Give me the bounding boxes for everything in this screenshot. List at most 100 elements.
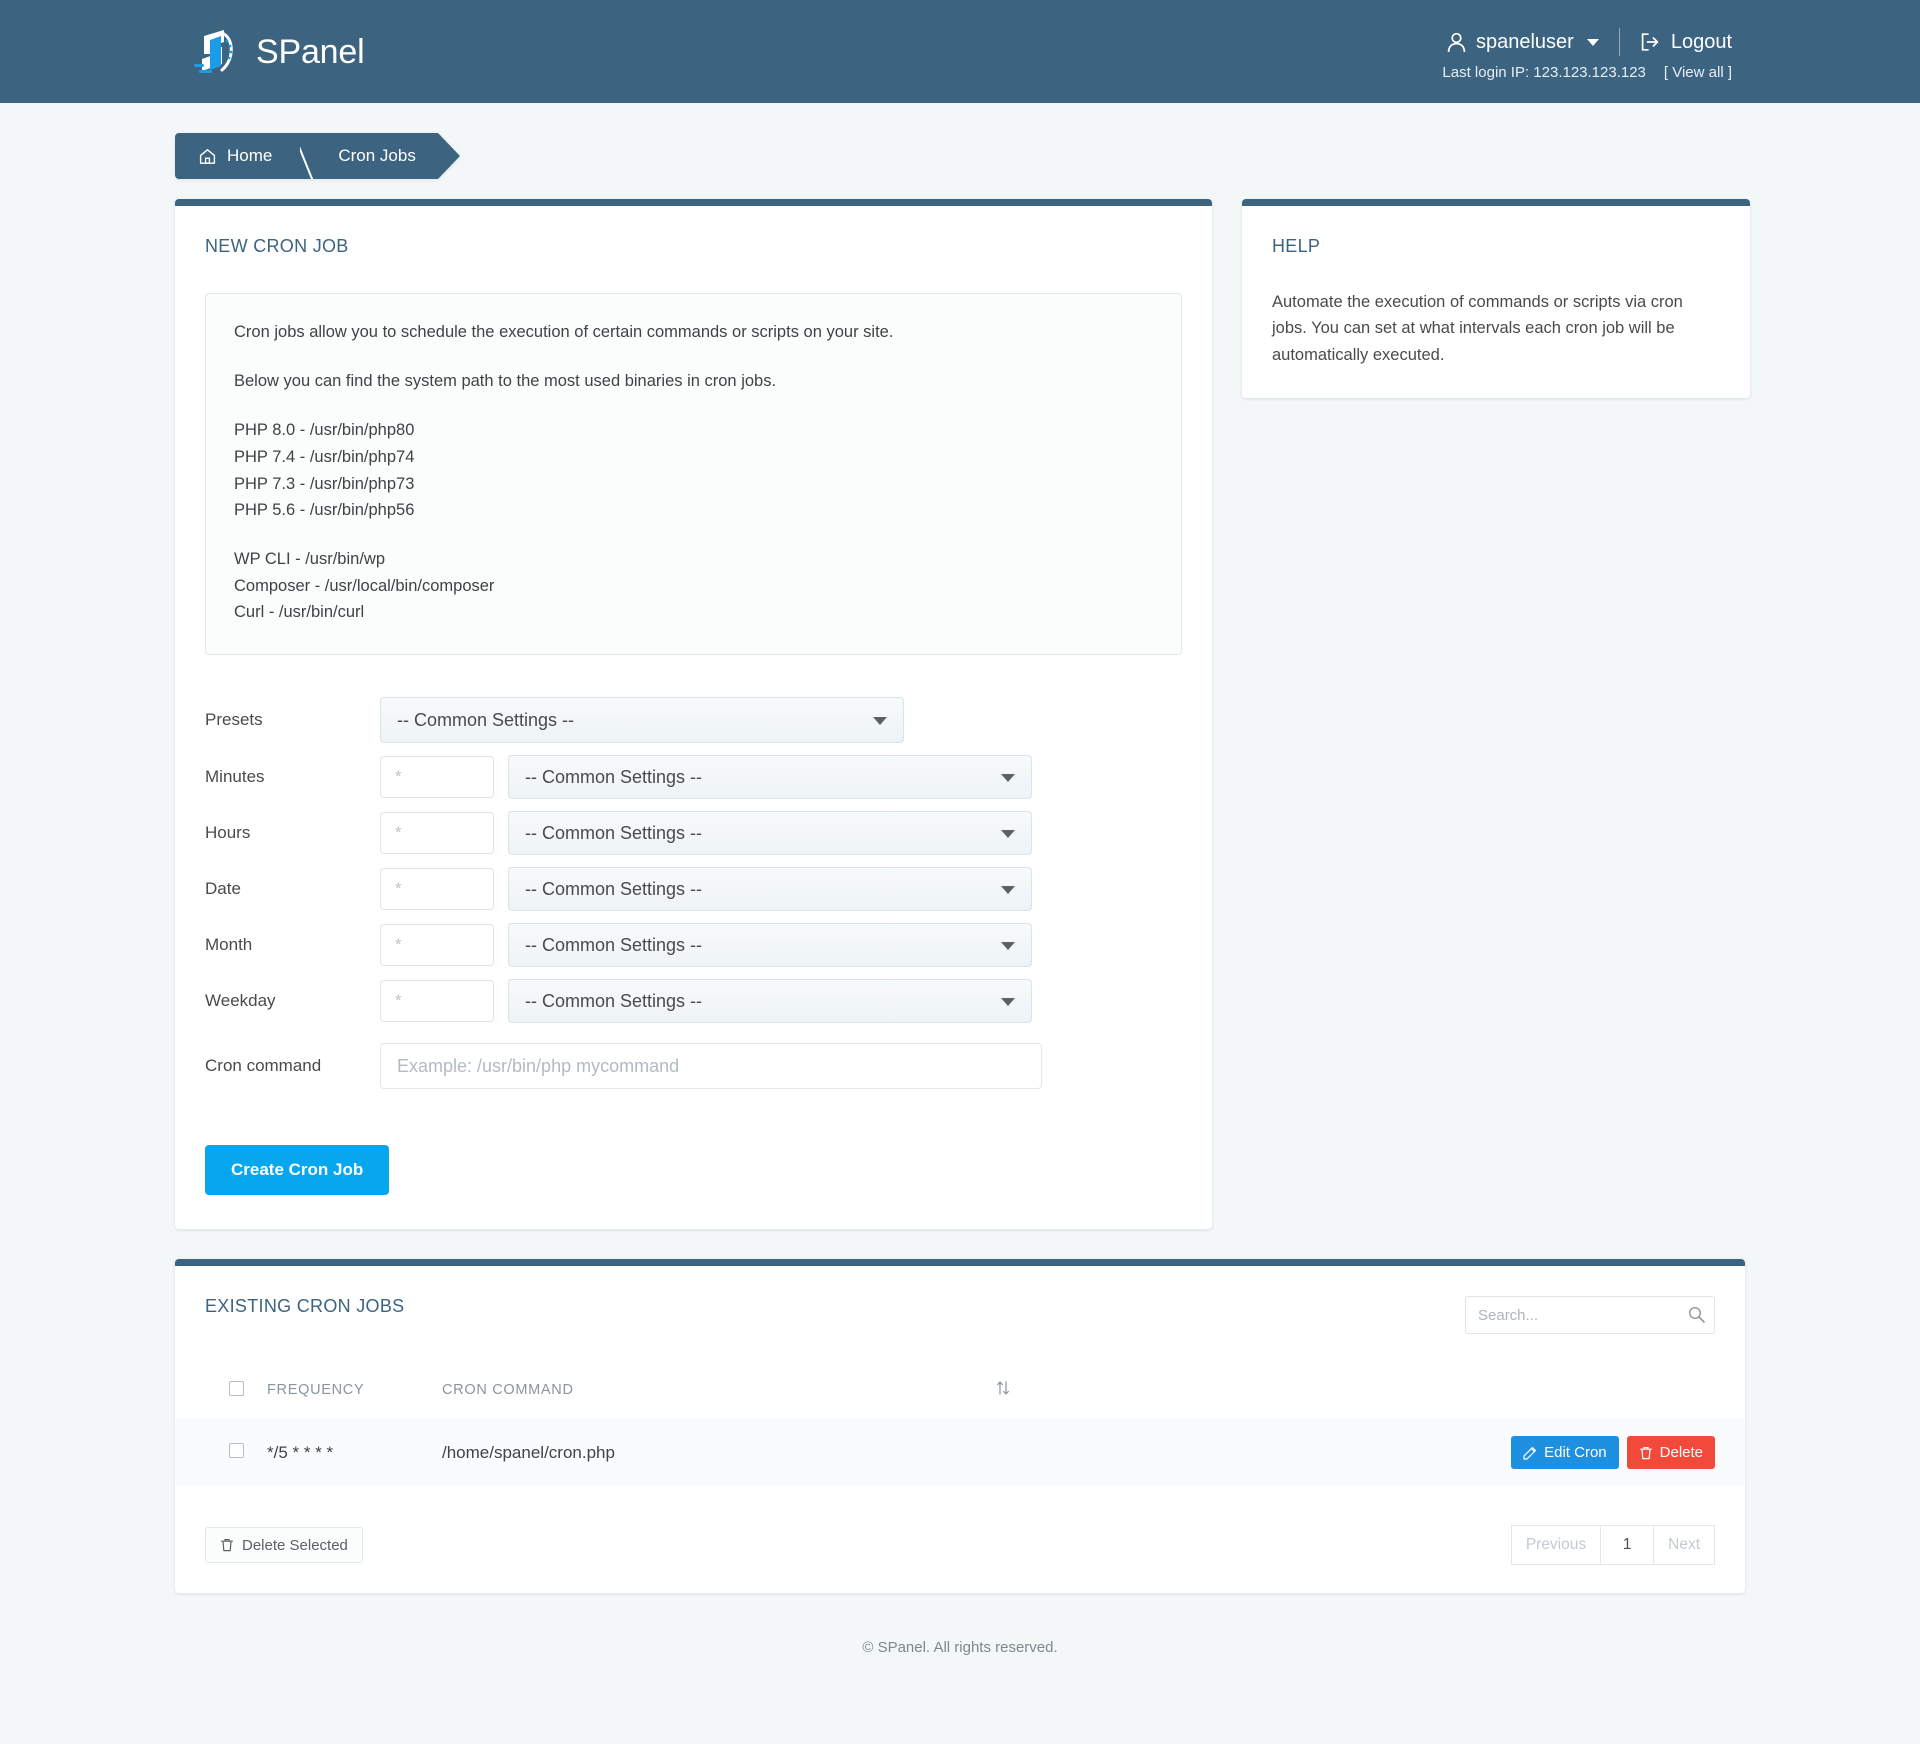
- label-month: Month: [205, 935, 253, 955]
- weekday-select[interactable]: -- Common Settings --: [508, 979, 1032, 1024]
- hours-select-value: -- Common Settings --: [525, 822, 703, 843]
- minutes-select[interactable]: -- Common Settings --: [508, 755, 1032, 800]
- logout-label: Logout: [1670, 30, 1732, 53]
- row-command: /home/spanel/cron.php: [442, 1442, 615, 1462]
- edit-cron-button[interactable]: Edit Cron: [1511, 1436, 1619, 1470]
- form-row-month: Month -- Common Settings --: [205, 923, 1182, 968]
- breadcrumb-separator: [300, 133, 325, 179]
- app-header: SPanel spaneluser Logout Last login IP: …: [0, 0, 1920, 103]
- user-icon: [1447, 32, 1466, 53]
- breadcrumb-item-current: Cron Jobs: [324, 133, 461, 179]
- chevron-down-icon: [1001, 830, 1015, 839]
- cron-command-input[interactable]: [380, 1043, 1042, 1090]
- date-select[interactable]: -- Common Settings --: [508, 867, 1032, 912]
- php-path: PHP 7.3 - /usr/bin/php73: [234, 474, 415, 493]
- chevron-down-icon: [1001, 942, 1015, 951]
- php-path-list: PHP 8.0 - /usr/bin/php80 PHP 7.4 - /usr/…: [234, 417, 1153, 524]
- date-input[interactable]: [380, 868, 494, 911]
- logout-icon: [1640, 32, 1660, 52]
- label-weekday: Weekday: [205, 991, 276, 1011]
- form-row-cron-command: Cron command: [205, 1043, 1182, 1090]
- label-minutes: Minutes: [205, 767, 265, 787]
- pagination-next[interactable]: Next: [1653, 1525, 1715, 1566]
- info-line-1: Cron jobs allow you to schedule the exec…: [234, 323, 894, 341]
- presets-select[interactable]: -- Common Settings --: [380, 697, 904, 744]
- existing-jobs-title: EXISTING CRON JOBS: [205, 1296, 405, 1317]
- trash-icon: [1639, 1446, 1653, 1460]
- hours-input[interactable]: [380, 812, 494, 855]
- edit-pencil-icon: [1523, 1446, 1537, 1460]
- binary-path-list: WP CLI - /usr/bin/wp Composer - /usr/loc…: [234, 546, 1153, 626]
- php-path: PHP 7.4 - /usr/bin/php74: [234, 447, 415, 466]
- page-content: NEW CRON JOB Cron jobs allow you to sche…: [0, 199, 1920, 1594]
- weekday-input[interactable]: [380, 980, 494, 1023]
- username-label: spaneluser: [1475, 30, 1574, 53]
- pagination-previous[interactable]: Previous: [1510, 1525, 1602, 1566]
- view-all-link[interactable]: [ View all ]: [1664, 64, 1732, 81]
- page-title: NEW CRON JOB: [205, 236, 349, 256]
- delete-cron-button[interactable]: Delete: [1626, 1436, 1715, 1470]
- existing-cron-jobs-card: EXISTING CRON JOBS FREQUENCY: [175, 1259, 1745, 1594]
- breadcrumb-item-home[interactable]: Home: [175, 133, 301, 179]
- chevron-down-icon: [1001, 774, 1015, 783]
- label-date: Date: [205, 879, 241, 899]
- select-all-checkbox[interactable]: [229, 1380, 244, 1396]
- edit-cron-label: Edit Cron: [1544, 1444, 1607, 1462]
- breadcrumb-home-label: Home: [227, 146, 273, 165]
- new-cron-job-card: NEW CRON JOB Cron jobs allow you to sche…: [175, 199, 1212, 1230]
- logout-button[interactable]: Logout: [1620, 31, 1732, 54]
- row-actions-cell: Edit Cron Delete: [996, 1418, 1745, 1487]
- label-hours: Hours: [205, 823, 251, 843]
- date-select-value: -- Common Settings --: [525, 878, 703, 899]
- table-row[interactable]: */5 * * * * /home/spanel/cron.php Edit C…: [175, 1418, 1745, 1488]
- select-all-header: [175, 1370, 267, 1418]
- label-presets: Presets: [205, 710, 263, 730]
- binary-path: Curl - /usr/bin/curl: [234, 603, 365, 622]
- row-checkbox[interactable]: [229, 1442, 244, 1458]
- cron-info-box: Cron jobs allow you to schedule the exec…: [205, 293, 1182, 656]
- create-cron-job-button[interactable]: Create Cron Job: [205, 1145, 390, 1196]
- last-login-label: Last login IP: 123.123.123.123: [1442, 64, 1646, 81]
- form-row-date: Date -- Common Settings --: [205, 867, 1182, 912]
- label-cron-command: Cron command: [205, 1056, 322, 1076]
- month-select-value: -- Common Settings --: [525, 934, 703, 955]
- month-select[interactable]: -- Common Settings --: [508, 923, 1032, 968]
- search-input[interactable]: [1465, 1296, 1715, 1335]
- row-frequency: */5 * * * *: [267, 1442, 334, 1462]
- php-path: PHP 8.0 - /usr/bin/php80: [234, 421, 415, 440]
- delete-cron-label: Delete: [1659, 1444, 1703, 1462]
- presets-select-value: -- Common Settings --: [397, 709, 575, 730]
- php-path: PHP 5.6 - /usr/bin/php56: [234, 501, 415, 520]
- sort-updown-icon: [996, 1381, 1010, 1400]
- jobs-footer: Delete Selected Previous 1 Next: [175, 1487, 1745, 1566]
- column-header-frequency[interactable]: FREQUENCY: [267, 1370, 442, 1418]
- delete-selected-label: Delete Selected: [242, 1536, 348, 1554]
- brand[interactable]: SPanel: [190, 26, 365, 78]
- spanel-logo-icon: [190, 26, 242, 78]
- trash-icon: [220, 1538, 234, 1552]
- page-footer: © SPanel. All rights reserved.: [862, 1639, 1058, 1657]
- help-title: HELP: [1272, 236, 1321, 256]
- month-input[interactable]: [380, 924, 494, 967]
- form-row-presets: Presets -- Common Settings --: [205, 697, 1182, 744]
- delete-selected-button[interactable]: Delete Selected: [205, 1527, 363, 1564]
- form-row-weekday: Weekday -- Common Settings --: [205, 979, 1182, 1024]
- home-icon: [199, 148, 216, 165]
- pagination-page-1[interactable]: 1: [1600, 1525, 1655, 1566]
- chevron-down-icon: [873, 717, 887, 726]
- user-menu[interactable]: spaneluser: [1447, 31, 1619, 54]
- search-icon[interactable]: [1688, 1306, 1705, 1323]
- help-body: Automate the execution of commands or sc…: [1272, 293, 1683, 364]
- cron-form: Presets -- Common Settings -- Minutes * …: [175, 655, 1212, 1196]
- header-right: spaneluser Logout Last login IP: 123.123…: [1442, 28, 1732, 81]
- column-header-command[interactable]: CRON COMMAND: [442, 1370, 996, 1418]
- hours-select[interactable]: -- Common Settings --: [508, 811, 1032, 856]
- table-header-row: FREQUENCY CRON COMMAND: [175, 1370, 1745, 1418]
- brand-label: SPanel: [256, 32, 365, 71]
- minutes-input[interactable]: [380, 756, 494, 799]
- column-header-sort[interactable]: [996, 1370, 1745, 1418]
- binary-path: Composer - /usr/local/bin/composer: [234, 576, 495, 595]
- info-line-2: Below you can find the system path to th…: [234, 371, 777, 390]
- chevron-down-icon: [1001, 886, 1015, 895]
- minutes-select-value: -- Common Settings --: [525, 766, 703, 787]
